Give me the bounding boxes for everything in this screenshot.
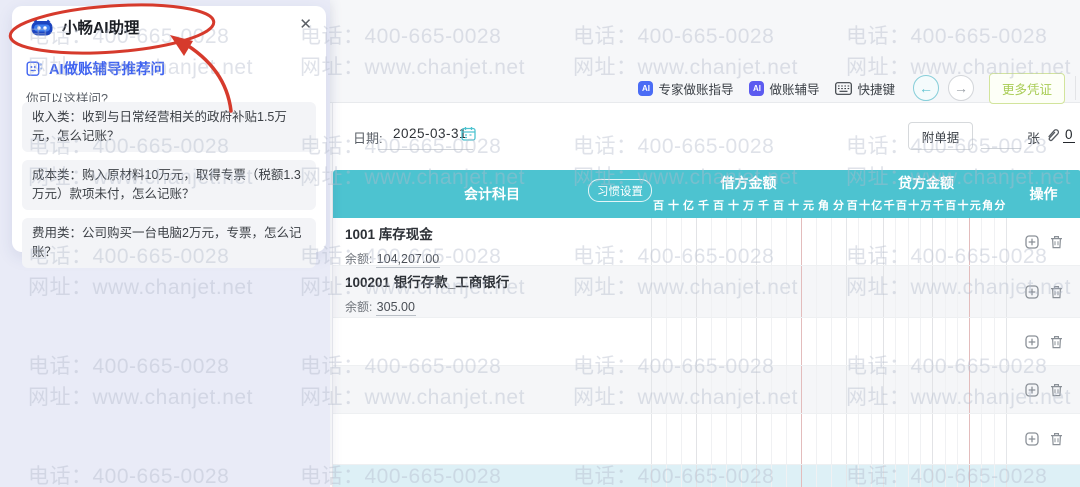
assistant-title: 小畅AI助理: [62, 20, 140, 37]
keyboard-icon: [835, 81, 853, 95]
ai-coach-icon: [26, 60, 43, 77]
total-row-partial: [333, 465, 1080, 487]
expert-guide-label: 专家做账指导: [658, 82, 734, 97]
voucher-row: [333, 414, 1080, 465]
attachment-count-link[interactable]: 0: [1063, 127, 1075, 143]
account-cell[interactable]: 100201 银行存款_工商银行 余额: 305.00: [333, 266, 651, 317]
credit-column-header: 贷方金额: [898, 175, 954, 191]
date-value[interactable]: 2025-03-31: [393, 126, 467, 141]
ai-assistant-panel: 小畅AI助理 ✕ AI做账辅导推荐问 你可以这样问? 收入类：收到与日常经营相关…: [0, 0, 330, 487]
credit-amount-cell[interactable]: [846, 465, 1006, 487]
credit-amount-cell[interactable]: [846, 414, 1006, 464]
add-row-icon[interactable]: [1025, 334, 1039, 349]
debit-digit-columns: 百十亿千百十万千百十元角分: [653, 200, 844, 212]
credit-amount-cell[interactable]: [846, 266, 1006, 317]
voucher-row: 100201 银行存款_工商银行 余额: 305.00: [333, 266, 1080, 318]
delete-row-icon[interactable]: [1050, 383, 1063, 397]
calendar-icon[interactable]: [461, 126, 476, 141]
account-name: 100201 银行存款_工商银行: [345, 275, 510, 290]
account-cell[interactable]: [333, 414, 651, 464]
add-row-icon[interactable]: [1025, 284, 1039, 299]
add-row-icon[interactable]: [1025, 382, 1039, 397]
previous-voucher-button[interactable]: ←: [912, 75, 939, 101]
voucher-card: 日期: 2025-03-31 附单据 张 0 会计科目 习惯设置 借方金额 百十…: [332, 103, 1080, 487]
delete-row-icon[interactable]: [1050, 335, 1063, 349]
voucher-table-header: 会计科目 习惯设置 借方金额 百十亿千百十万千百十元角分 贷方金额 百十亿千百十…: [333, 170, 1080, 218]
credit-amount-cell[interactable]: [846, 366, 1006, 413]
habit-settings-button[interactable]: 习惯设置: [588, 179, 652, 202]
debit-amount-cell[interactable]: [651, 414, 846, 464]
shortcut-keys-button[interactable]: 快捷键: [835, 79, 895, 98]
operation-cell: [1006, 414, 1080, 464]
suggestion-item[interactable]: 费用类：公司购买一台电脑2万元，专票，怎么记账？: [22, 218, 316, 268]
expert-guide-button[interactable]: AI 专家做账指导: [638, 79, 733, 98]
close-icon[interactable]: ✕: [299, 16, 312, 34]
attachment-unit-label: 张: [1027, 131, 1041, 146]
ai-icon: AI: [638, 80, 654, 96]
delete-row-icon[interactable]: [1050, 235, 1063, 249]
debit-amount-cell[interactable]: [651, 218, 846, 265]
recommended-questions-title: AI做账辅导推荐问: [49, 62, 165, 78]
operation-column-header: 操作: [1029, 186, 1058, 202]
operation-cell: [1006, 318, 1080, 365]
debit-amount-cell[interactable]: [651, 465, 846, 487]
bookkeeping-coach-button[interactable]: AI 做账辅导: [749, 79, 819, 98]
debit-column-header: 借方金额: [720, 175, 777, 191]
voucher-row: 1001 库存现金 余额: 104,207.00: [333, 218, 1080, 268]
account-cell[interactable]: 1001 库存现金 余额: 104,207.00: [333, 218, 651, 268]
shortcut-keys-label: 快捷键: [857, 82, 895, 97]
credit-amount-cell[interactable]: [846, 318, 1006, 365]
date-input-underline: [378, 149, 473, 150]
voucher-date-row: 日期: 2025-03-31 附单据 张 0: [333, 103, 1080, 170]
operation-cell: [1006, 266, 1080, 317]
debit-amount-cell[interactable]: [651, 366, 846, 413]
add-row-icon[interactable]: [1025, 432, 1039, 446]
toolbar-divider: [1075, 76, 1076, 100]
credit-amount-cell[interactable]: [846, 218, 1006, 265]
operation-cell: [1006, 218, 1080, 265]
debit-amount-cell[interactable]: [651, 318, 846, 365]
account-name: 1001 库存现金: [345, 227, 433, 242]
voucher-row: [333, 366, 1080, 414]
voucher-rows: 1001 库存现金 余额: 104,207.00 100201 银行存款_工商银行…: [333, 218, 1080, 487]
ai-icon: AI: [749, 80, 765, 96]
voucher-toolbar: AI 专家做账指导 AI 做账辅导 快捷键 ← → 更多凭证: [622, 72, 1078, 104]
delete-row-icon[interactable]: [1050, 432, 1063, 446]
paperclip-icon[interactable]: [1045, 127, 1060, 143]
debit-amount-cell[interactable]: [651, 266, 846, 317]
suggestion-list: 收入类：收到与日常经营相关的政府补贴1.5万元，怎么记账？ 成本类：购入原材料10…: [22, 102, 316, 276]
attach-document-button[interactable]: 附单据: [908, 122, 973, 150]
attachment-count-input[interactable]: [981, 148, 1021, 149]
assistant-robot-icon: [30, 18, 54, 37]
credit-digit-columns: 百十亿千百十万千百十元角分: [846, 200, 1006, 212]
account-balance: 余额: 104,207.00: [345, 252, 441, 268]
ai-assistant-card: 小畅AI助理 ✕ AI做账辅导推荐问 你可以这样问? 收入类：收到与日常经营相关…: [12, 6, 326, 268]
account-cell[interactable]: [333, 318, 651, 365]
voucher-row: [333, 318, 1080, 366]
more-vouchers-button[interactable]: 更多凭证: [988, 72, 1065, 104]
suggestion-item[interactable]: 收入类：收到与日常经营相关的政府补贴1.5万元，怎么记账？: [22, 102, 316, 152]
add-row-icon[interactable]: [1025, 234, 1039, 249]
bookkeeping-coach-label: 做账辅导: [769, 82, 820, 97]
date-label: 日期:: [353, 131, 383, 146]
account-balance: 余额: 305.00: [345, 300, 416, 316]
delete-row-icon[interactable]: [1050, 285, 1063, 299]
suggestion-item[interactable]: 成本类：购入原材料10万元，取得专票（税额1.3万元）款项未付，怎么记账？: [22, 160, 316, 210]
operation-cell: [1006, 366, 1080, 413]
account-cell[interactable]: [333, 366, 651, 413]
next-voucher-button[interactable]: →: [947, 75, 974, 101]
